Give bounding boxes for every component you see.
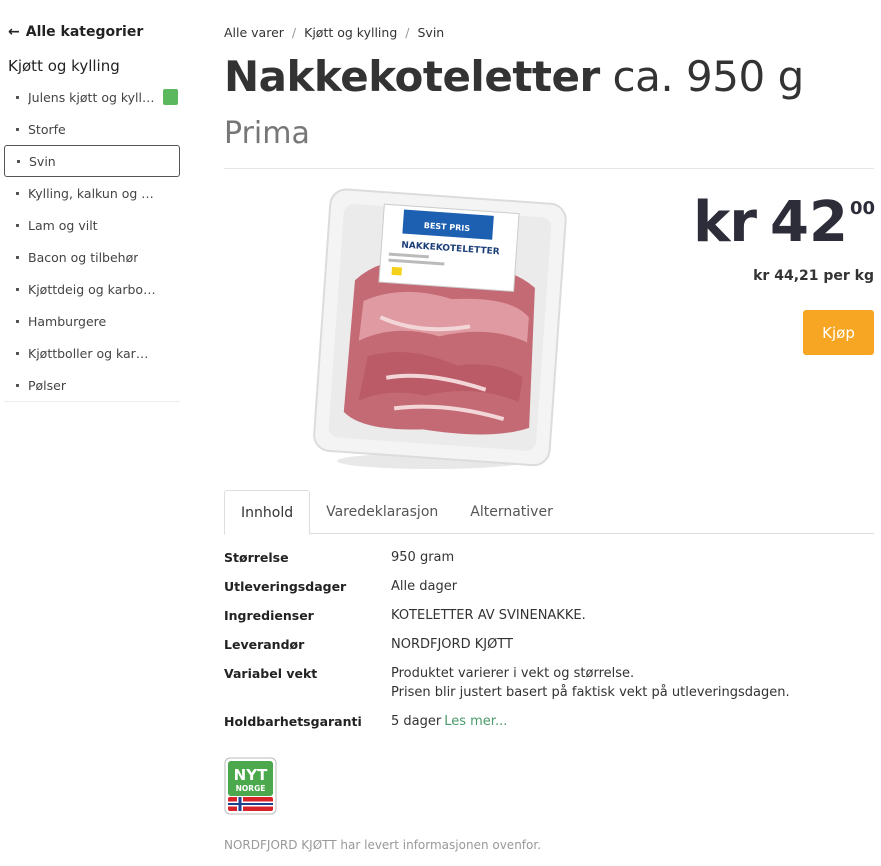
sidebar-item-label: Kylling, kalkun og and [28, 185, 156, 201]
product-image: BEST PRIS NAKKEKOTELETTER [313, 188, 567, 469]
detail-key: Holdbarhetsgaranti [224, 714, 362, 729]
back-link-label: Alle kategorier [25, 24, 144, 40]
sidebar-item-kjottboller[interactable]: Kjøttboller og karbonader [4, 337, 180, 369]
breadcrumb-separator: / [291, 25, 297, 40]
bullet-icon [16, 255, 19, 259]
bullet-icon [17, 159, 20, 163]
detail-row: Størrelse 950 gram [224, 548, 874, 567]
sidebar-item-bacon[interactable]: Bacon og tilbehør [4, 241, 180, 273]
detail-key: Variabel vekt [224, 666, 318, 681]
sidebar-item-label: Svin [29, 153, 56, 169]
sidebar-item-storfe[interactable]: Storfe [4, 113, 180, 145]
detail-value-line1: Produktet varierer i vekt og størrelse. [391, 666, 635, 681]
detail-key: Størrelse [224, 550, 289, 565]
bullet-icon [16, 223, 19, 227]
details-table: Størrelse 950 gram Utleveringsdager Alle… [224, 548, 874, 741]
price-whole: 42 [770, 190, 848, 255]
detail-row: Leverandør NORDFJORD KJØTT [224, 635, 874, 654]
detail-value: Produktet varierer i vekt og størrelse. … [391, 664, 790, 702]
bullet-icon [16, 191, 19, 195]
sidebar-item-kjottdeig[interactable]: Kjøttdeig og karbonadedeig [4, 273, 180, 305]
detail-value: KOTELETTER AV SVINENAKKE. [391, 608, 586, 623]
detail-row: Variabel vekt Produktet varierer i vekt … [224, 664, 874, 702]
product-size: ca. 950 g [612, 52, 805, 101]
breadcrumb-alle-varer[interactable]: Alle varer [224, 25, 284, 40]
nyt-logo-line1: NYT [234, 766, 268, 784]
detail-value: 5 dager Les mer... [391, 712, 507, 731]
detail-value-text: 5 dager [391, 714, 442, 729]
page-title: Nakkekoteletter ca. 950 g [224, 52, 804, 101]
sidebar-item-label: Kjøttboller og karbonader [28, 345, 156, 361]
sidebar-item-lam[interactable]: Lam og vilt [4, 209, 180, 241]
category-title: Kjøtt og kylling [8, 57, 120, 75]
bullet-icon [16, 127, 19, 131]
read-more-link[interactable]: Les mer... [444, 714, 507, 729]
detail-row: Utleveringsdager Alle dager [224, 577, 874, 596]
sidebar-item-label: Kjøttdeig og karbonadedeig [28, 281, 156, 297]
sidebar-item-kylling[interactable]: Kylling, kalkun og and [4, 177, 180, 209]
tab-innhold[interactable]: Innhold [224, 490, 311, 535]
bullet-icon [16, 351, 19, 355]
buy-button[interactable]: Kjøp [803, 310, 874, 355]
detail-key: Utleveringsdager [224, 579, 347, 594]
nyt-logo-line2: NORGE [236, 784, 266, 793]
product-name: Nakkekoteletter [224, 52, 600, 101]
breadcrumb-kjott-og-kylling[interactable]: Kjøtt og kylling [304, 25, 397, 40]
bullet-icon [16, 95, 19, 99]
detail-row: Holdbarhetsgaranti 5 dager Les mer... [224, 712, 874, 731]
detail-value: Alle dager [391, 579, 458, 594]
price-cents: 00 [849, 198, 875, 219]
tab-bar: Innhold Varedeklarasjon Alternativer [224, 490, 874, 535]
sidebar-item-svin[interactable]: Svin [4, 145, 180, 177]
tab-alternativer[interactable]: Alternativer [454, 490, 569, 534]
detail-value: NORDFJORD KJØTT [391, 637, 513, 652]
arrow-left-icon: ← [8, 24, 20, 40]
detail-row: Ingredienser KOTELETTER AV SVINENAKKE. [224, 606, 874, 625]
breadcrumb-svin[interactable]: Svin [417, 25, 444, 40]
tab-varedeklarasjon[interactable]: Varedeklarasjon [310, 490, 454, 534]
sidebar-item-julens[interactable]: Julens kjøtt og kylling [4, 81, 180, 113]
unit-price: kr 44,21 per kg [753, 268, 874, 284]
divider [224, 168, 874, 169]
breadcrumb-separator: / [405, 25, 410, 40]
breadcrumb: Alle varer / Kjøtt og kylling / Svin [224, 25, 444, 40]
category-list: Julens kjøtt og kylling Storfe Svin Kyll… [4, 81, 180, 402]
sidebar-item-label: Pølser [28, 377, 67, 393]
green-badge-icon [163, 89, 178, 105]
bullet-icon [16, 383, 19, 387]
price-currency: kr [693, 190, 757, 255]
sidebar-item-label: Storfe [28, 121, 66, 137]
sidebar-item-hamburgere[interactable]: Hamburgere [4, 305, 180, 337]
detail-value: 950 gram [391, 550, 455, 565]
product-brand: Prima [224, 116, 310, 151]
bullet-icon [16, 319, 19, 323]
nyt-norge-logo: NYT NORGE [224, 757, 277, 815]
detail-key: Ingredienser [224, 608, 314, 623]
bullet-icon [16, 287, 19, 291]
detail-value-line2: Prisen blir justert basert på faktisk ve… [391, 685, 790, 700]
sidebar-item-polser[interactable]: Pølser [4, 369, 180, 401]
supplier-note: NORDFJORD KJØTT har levert informasjonen… [224, 838, 542, 852]
sidebar-item-label: Bacon og tilbehør [28, 249, 139, 265]
sidebar-item-label: Hamburgere [28, 313, 107, 329]
sidebar-item-label: Julens kjøtt og kylling [28, 89, 156, 105]
detail-key: Leverandør [224, 637, 305, 652]
price: kr 42 00 [693, 192, 875, 254]
back-to-all-categories-link[interactable]: ← Alle kategorier [8, 24, 143, 40]
sidebar-item-label: Lam og vilt [28, 217, 98, 233]
